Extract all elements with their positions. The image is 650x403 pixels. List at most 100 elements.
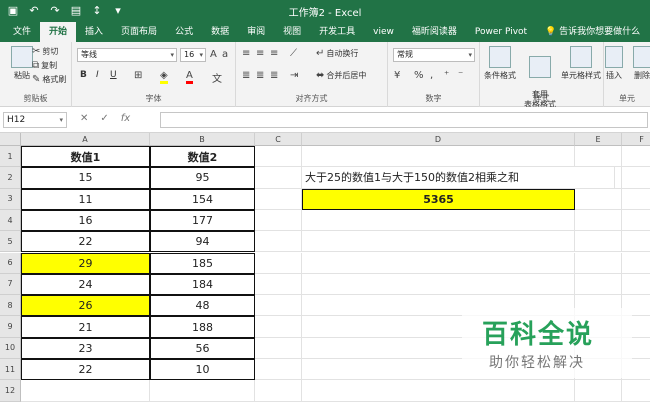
- percent-button[interactable]: %: [414, 70, 424, 81]
- table-cell[interactable]: 24: [21, 273, 150, 296]
- table-cell[interactable]: 154: [150, 188, 255, 210]
- row-header[interactable]: 3: [0, 188, 21, 210]
- fill-color-button[interactable]: ◈: [160, 70, 168, 84]
- bold-button[interactable]: B: [80, 70, 87, 80]
- tell-me-search[interactable]: 💡 告诉我你想要做什么: [536, 22, 649, 42]
- border-button[interactable]: ⊞: [134, 70, 142, 81]
- tab-3[interactable]: 页面布局: [112, 22, 166, 42]
- copy-button[interactable]: ⧉ 复制: [32, 60, 57, 71]
- row-header[interactable]: 8: [0, 295, 21, 317]
- tab-1[interactable]: 开始: [40, 22, 77, 42]
- format-painter-button[interactable]: ✎ 格式刷: [32, 74, 66, 85]
- font-grow-button[interactable]: A: [210, 49, 217, 60]
- tab-9[interactable]: view: [364, 22, 403, 42]
- table-cell[interactable]: 184: [150, 273, 255, 296]
- tab-10[interactable]: 福昕阅读器: [403, 22, 466, 42]
- table-cell[interactable]: 16: [21, 209, 150, 232]
- cell[interactable]: [622, 380, 650, 402]
- cell[interactable]: [255, 146, 302, 168]
- cell[interactable]: [255, 337, 302, 359]
- row-header[interactable]: 2: [0, 167, 21, 189]
- number-format-select[interactable]: 常规 ▾: [393, 48, 475, 62]
- table-header-cell[interactable]: 数值2: [150, 146, 255, 168]
- delete-cells-button[interactable]: 删除: [628, 46, 650, 81]
- align-bottom-button[interactable]: ≡: [270, 48, 278, 59]
- cell[interactable]: [150, 380, 255, 402]
- table-cell[interactable]: 95: [150, 167, 255, 189]
- cell[interactable]: [622, 146, 650, 168]
- font-shrink-button[interactable]: a: [222, 49, 228, 60]
- cell[interactable]: [255, 316, 302, 338]
- cell[interactable]: [575, 252, 622, 274]
- table-cell[interactable]: 22: [21, 359, 150, 381]
- align-right-button[interactable]: ≣: [270, 70, 278, 81]
- cell[interactable]: [575, 231, 622, 253]
- tab-6[interactable]: 审阅: [238, 22, 274, 42]
- cell[interactable]: [302, 146, 575, 168]
- column-header[interactable]: E: [575, 133, 622, 146]
- cell[interactable]: [255, 209, 302, 232]
- row-header[interactable]: 10: [0, 337, 21, 359]
- tab-2[interactable]: 插入: [76, 22, 112, 42]
- table-cell[interactable]: 48: [150, 295, 255, 317]
- underline-button[interactable]: U: [110, 70, 117, 80]
- currency-button[interactable]: ¥: [394, 70, 400, 81]
- tab-7[interactable]: 视图: [274, 22, 310, 42]
- tab-11[interactable]: Power Pivot: [466, 22, 536, 42]
- table-cell[interactable]: 21: [21, 316, 150, 338]
- tab-5[interactable]: 数据: [202, 22, 238, 42]
- table-cell[interactable]: 185: [150, 252, 255, 274]
- decrease-decimal-button[interactable]: ⁻: [458, 70, 463, 81]
- table-cell[interactable]: 26: [21, 295, 150, 317]
- merge-center-button[interactable]: ⬌ 合并后居中: [316, 70, 366, 81]
- cell[interactable]: [255, 359, 302, 381]
- cell[interactable]: [255, 273, 302, 296]
- font-color-button[interactable]: A: [186, 70, 193, 84]
- cell[interactable]: [302, 209, 575, 232]
- cell[interactable]: [255, 295, 302, 317]
- align-left-button[interactable]: ≣: [242, 70, 250, 81]
- function-icon[interactable]: fx: [121, 113, 130, 124]
- phonetic-button[interactable]: 文: [212, 70, 222, 85]
- align-top-button[interactable]: ≡: [242, 48, 250, 59]
- column-header[interactable]: C: [255, 133, 302, 146]
- cell[interactable]: [622, 167, 650, 189]
- increase-decimal-button[interactable]: ⁺: [444, 70, 449, 81]
- table-cell[interactable]: 29: [21, 252, 150, 274]
- italic-button[interactable]: I: [96, 70, 99, 80]
- font-name-select[interactable]: 等线 ▾: [77, 48, 177, 62]
- tab-0[interactable]: 文件: [4, 22, 40, 42]
- cell[interactable]: [255, 380, 302, 402]
- table-cell[interactable]: 22: [21, 231, 150, 253]
- cell-styles-button[interactable]: 单元格样式: [558, 46, 604, 81]
- cell[interactable]: [622, 188, 650, 210]
- cell[interactable]: [622, 252, 650, 274]
- align-middle-button[interactable]: ≡: [256, 48, 264, 59]
- row-header[interactable]: 12: [0, 380, 21, 402]
- result-cell[interactable]: 5365: [302, 188, 575, 210]
- cell[interactable]: [302, 252, 575, 274]
- cell[interactable]: [255, 252, 302, 274]
- cell[interactable]: [575, 273, 622, 296]
- conditional-format-button[interactable]: 条件格式: [480, 46, 520, 81]
- cell[interactable]: [255, 188, 302, 210]
- table-header-cell[interactable]: 数值1: [21, 146, 150, 168]
- table-cell[interactable]: 188: [150, 316, 255, 338]
- font-size-select[interactable]: 16 ▾: [180, 48, 206, 62]
- row-header[interactable]: 5: [0, 231, 21, 253]
- column-header[interactable]: B: [150, 133, 255, 146]
- cell[interactable]: [302, 273, 575, 296]
- row-header[interactable]: 9: [0, 316, 21, 338]
- column-header[interactable]: F: [622, 133, 650, 146]
- cell[interactable]: [622, 209, 650, 232]
- select-all-corner[interactable]: [0, 133, 21, 146]
- cell[interactable]: [575, 188, 622, 210]
- orientation-button[interactable]: ⟋: [290, 48, 297, 59]
- cell[interactable]: [302, 380, 575, 402]
- column-header[interactable]: D: [302, 133, 575, 146]
- cell[interactable]: [575, 380, 622, 402]
- table-cell[interactable]: 10: [150, 359, 255, 381]
- confirm-icon[interactable]: ✓: [100, 113, 108, 124]
- cell[interactable]: [622, 273, 650, 296]
- table-cell[interactable]: 15: [21, 167, 150, 189]
